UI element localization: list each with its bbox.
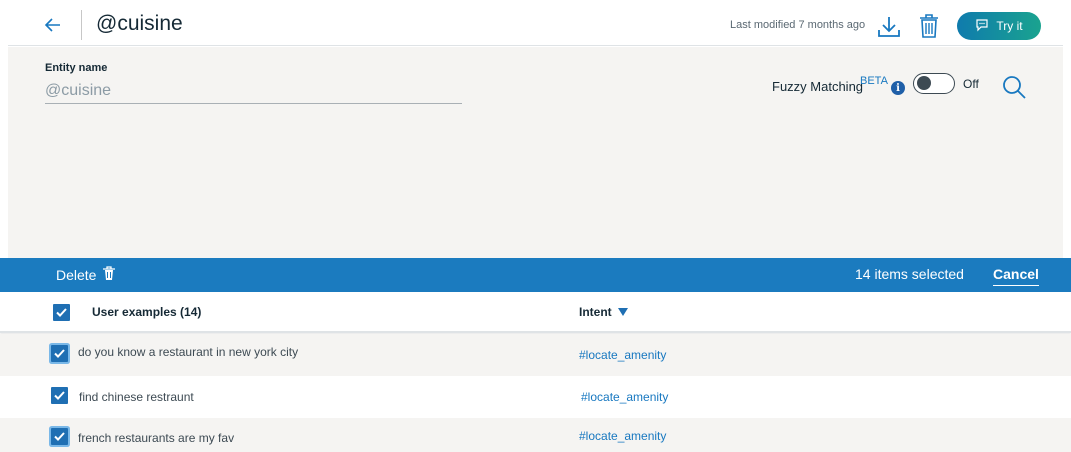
try-it-button[interactable]: Try it (957, 12, 1041, 40)
delete-button[interactable]: Delete (56, 266, 116, 284)
back-arrow-icon[interactable] (42, 14, 64, 36)
table-row[interactable]: do you know a restaurant in new york cit… (0, 334, 1071, 376)
delete-label: Delete (56, 267, 97, 283)
intent-link[interactable]: #locate_amenity (579, 429, 666, 443)
checkmark-icon (54, 349, 65, 358)
intent-link[interactable]: #locate_amenity (579, 348, 666, 362)
row-checkbox[interactable] (51, 428, 68, 445)
trash-icon (102, 266, 116, 284)
intent-link[interactable]: #locate_amenity (581, 390, 668, 404)
try-it-label: Try it (996, 19, 1023, 33)
checkmark-icon (54, 391, 65, 400)
checkmark-icon (56, 308, 67, 317)
info-icon[interactable]: i (891, 81, 905, 95)
select-all-checkbox[interactable] (53, 304, 70, 321)
search-icon[interactable] (1001, 74, 1027, 100)
last-modified-text: Last modified 7 months ago (730, 19, 866, 31)
user-example-text[interactable]: french restaurants are my fav (78, 431, 234, 445)
table-row[interactable]: french restaurants are my fav #locate_am… (0, 418, 1071, 452)
user-example-text[interactable]: find chinese restraunt (79, 390, 194, 404)
cancel-button[interactable]: Cancel (993, 266, 1039, 286)
page-header: @cuisine Last modified 7 months ago Try … (8, 8, 1063, 46)
row-checkbox[interactable] (51, 345, 68, 362)
fuzzy-matching-toggle[interactable] (913, 73, 955, 94)
row-checkbox[interactable] (51, 387, 68, 404)
selected-count-text: 14 items selected (855, 266, 964, 282)
user-example-text[interactable]: do you know a restaurant in new york cit… (78, 345, 298, 359)
toggle-knob (917, 76, 931, 90)
column-header-intent[interactable]: Intent (579, 305, 628, 319)
chat-icon (975, 18, 989, 35)
trash-icon[interactable] (918, 13, 940, 39)
table-row[interactable]: find chinese restraunt #locate_amenity (0, 376, 1071, 418)
beta-badge: BETA (860, 75, 888, 87)
entity-name-label: Entity name (45, 62, 108, 74)
header-divider (81, 10, 82, 40)
checkmark-icon (54, 432, 65, 441)
toggle-state-text: Off (963, 77, 979, 91)
caret-down-icon (617, 308, 628, 316)
fuzzy-matching-label: Fuzzy Matching (772, 79, 864, 94)
selection-action-bar: Delete 14 items selected Cancel (0, 258, 1071, 292)
download-icon[interactable] (877, 15, 901, 39)
page-title: @cuisine (96, 12, 183, 35)
column-header-user-examples[interactable]: User examples (14) (92, 305, 201, 319)
entity-name-input[interactable] (45, 78, 462, 104)
table-header: User examples (14) Intent (0, 292, 1071, 333)
intent-header-label: Intent (579, 305, 612, 319)
entity-panel: Entity name Fuzzy Matching BETA i Off (8, 47, 1063, 258)
